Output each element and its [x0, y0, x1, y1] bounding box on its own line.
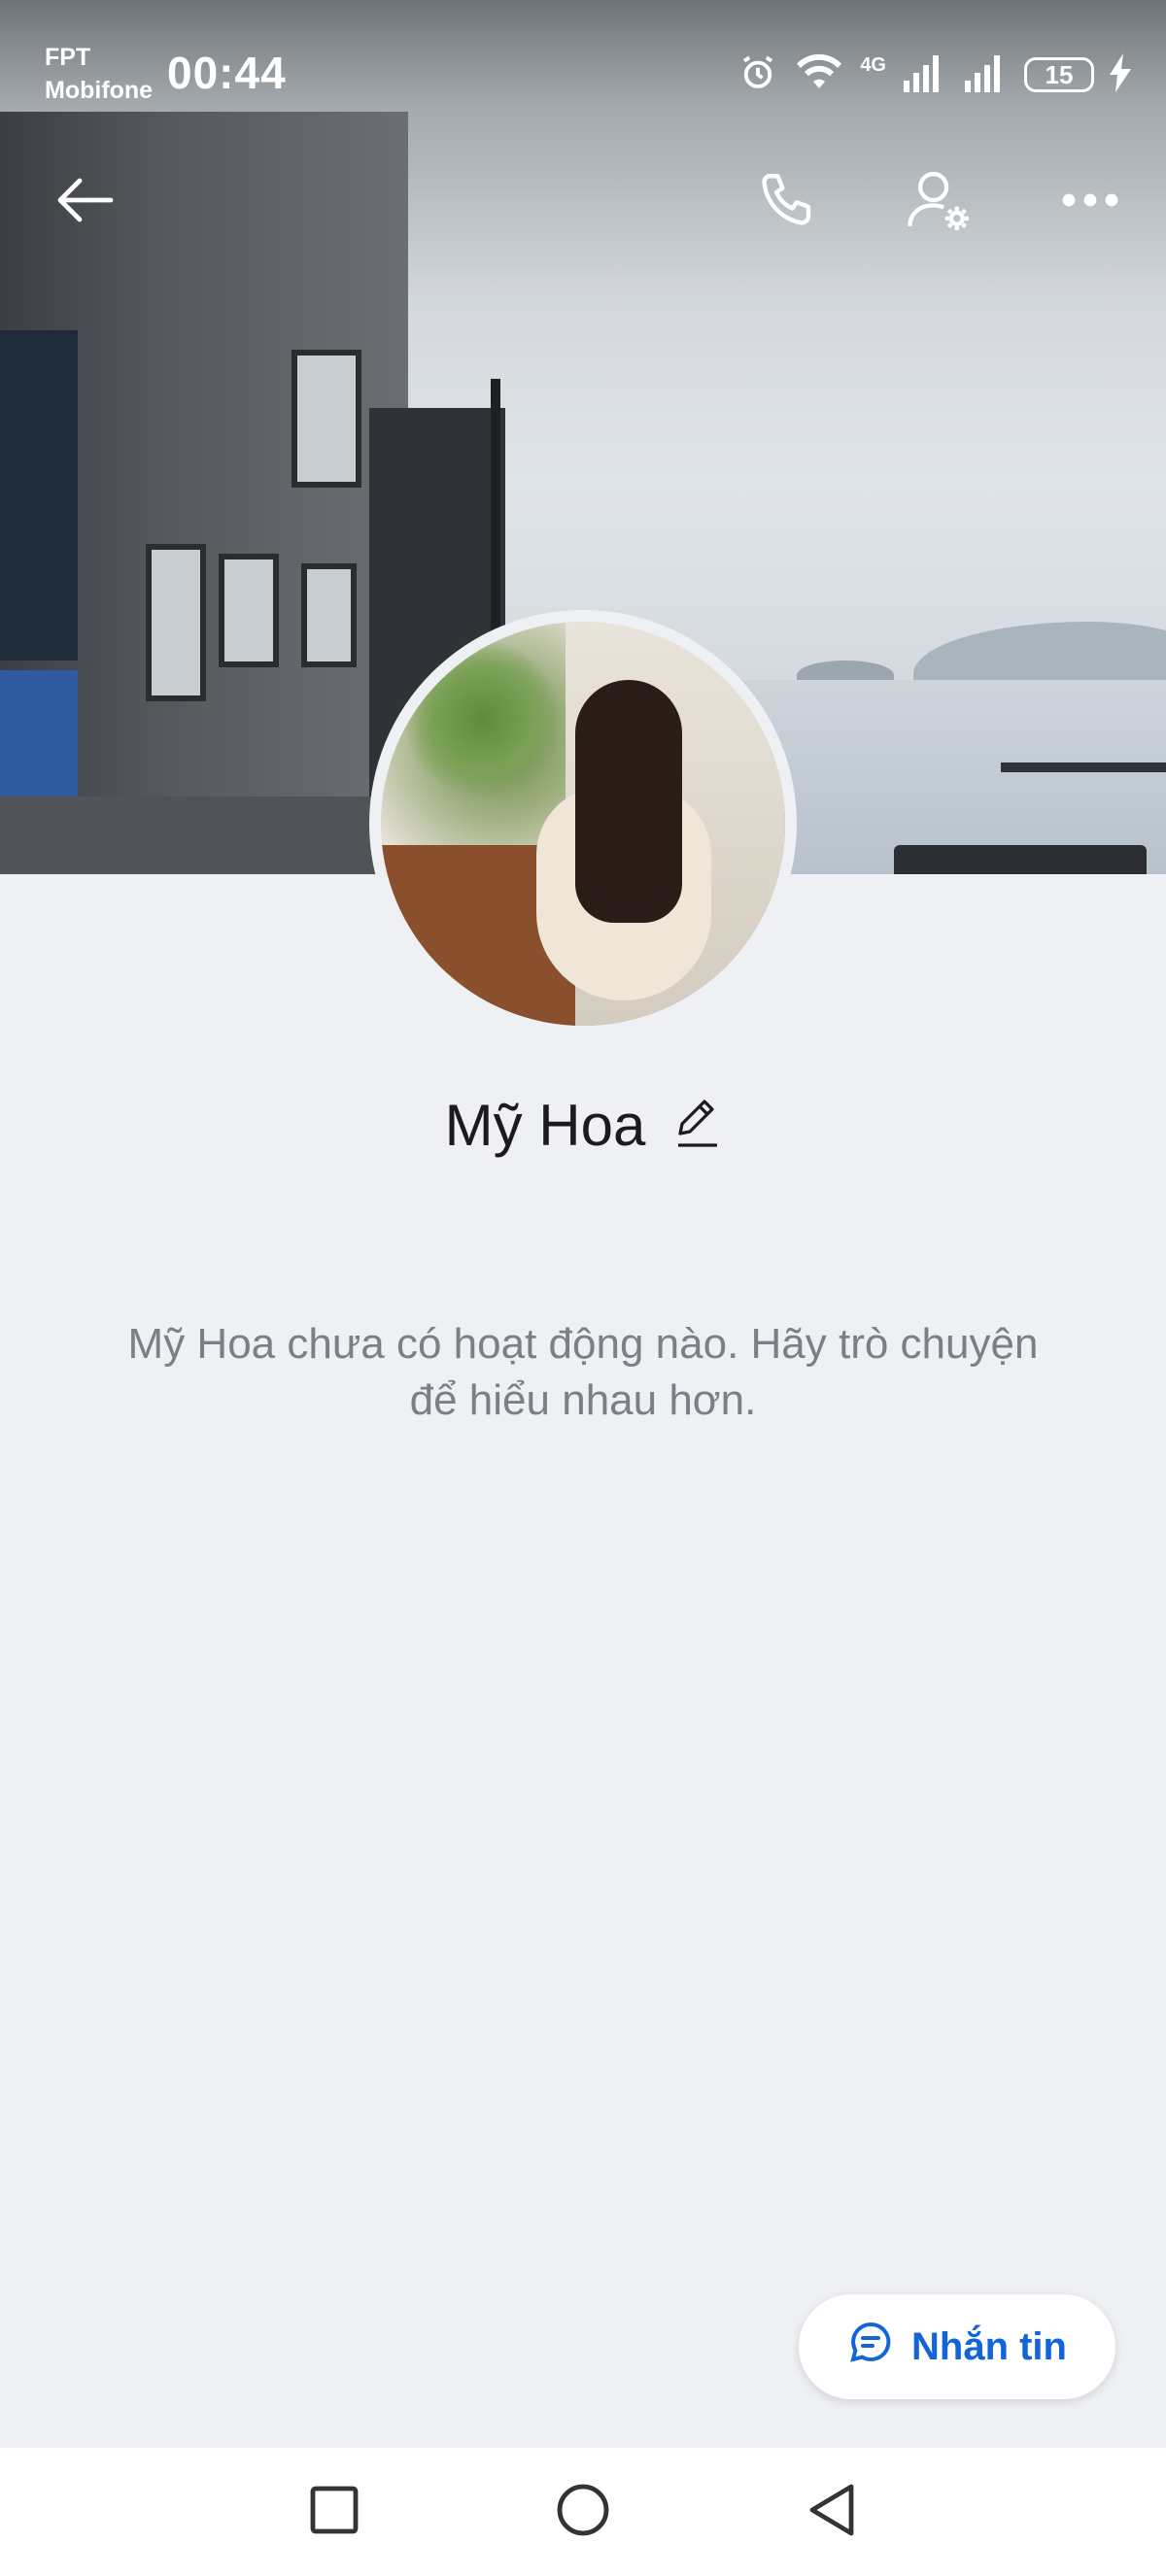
profile-name-row: Mỹ Hoa: [0, 1086, 1166, 1164]
cover-sign: [0, 330, 78, 661]
message-button-label: Nhắn tin: [911, 2324, 1067, 2368]
charging-icon: [1110, 52, 1131, 97]
call-button[interactable]: [748, 163, 826, 241]
carrier-line-2: Mobifone: [45, 77, 154, 104]
avatar[interactable]: [381, 622, 785, 1026]
avatar-plants: [400, 641, 566, 797]
arrow-left-icon: [56, 176, 115, 229]
cover-lamp-pole: [491, 379, 500, 651]
user-settings-icon: [905, 166, 973, 239]
recents-button[interactable]: [299, 2477, 369, 2547]
pencil-icon: [674, 1099, 721, 1153]
signal-icon: [902, 53, 944, 97]
cover-window: [146, 544, 206, 701]
avatar-hair: [590, 690, 672, 913]
empty-activity-message: Mỹ Hoa chưa có hoạt động nào. Hãy trò ch…: [127, 1320, 1039, 1424]
cover-window: [292, 350, 361, 488]
more-horizontal-icon: [1061, 190, 1119, 215]
triangle-back-icon: [806, 2483, 857, 2542]
cover-bus: [894, 845, 1147, 874]
edit-name-button[interactable]: [674, 1097, 721, 1154]
phone-icon: [755, 168, 819, 237]
wifi-icon: [794, 52, 844, 98]
status-time: 00:44: [167, 48, 287, 98]
cover-rail: [1001, 763, 1166, 772]
network-type: 4G: [860, 53, 886, 76]
signal-icon: [960, 53, 1009, 97]
chat-bubble-icon: [847, 2319, 894, 2375]
cover-window: [301, 563, 357, 667]
back-button[interactable]: [47, 163, 124, 241]
more-button[interactable]: [1051, 163, 1129, 241]
square-icon: [309, 2485, 360, 2540]
carrier-line-1: FPT: [45, 44, 91, 71]
battery-indicator: 15: [1024, 57, 1094, 92]
status-bar: FPT Mobifone 00:44 4G 15: [0, 0, 1166, 146]
back-nav-button[interactable]: [797, 2477, 867, 2547]
status-icons: 4G 15: [737, 51, 1131, 99]
cover-street: [0, 797, 408, 874]
system-navigation-bar: [0, 2448, 1166, 2576]
alarm-icon: [737, 52, 778, 98]
cover-window: [219, 554, 279, 667]
carrier-name: FPT Mobifone: [45, 41, 153, 107]
message-button[interactable]: Nhắn tin: [799, 2294, 1115, 2399]
profile-name: Mỹ Hoa: [444, 1092, 646, 1158]
home-button[interactable]: [548, 2477, 618, 2547]
profile-settings-button[interactable]: [900, 163, 977, 241]
circle-icon: [556, 2483, 610, 2542]
